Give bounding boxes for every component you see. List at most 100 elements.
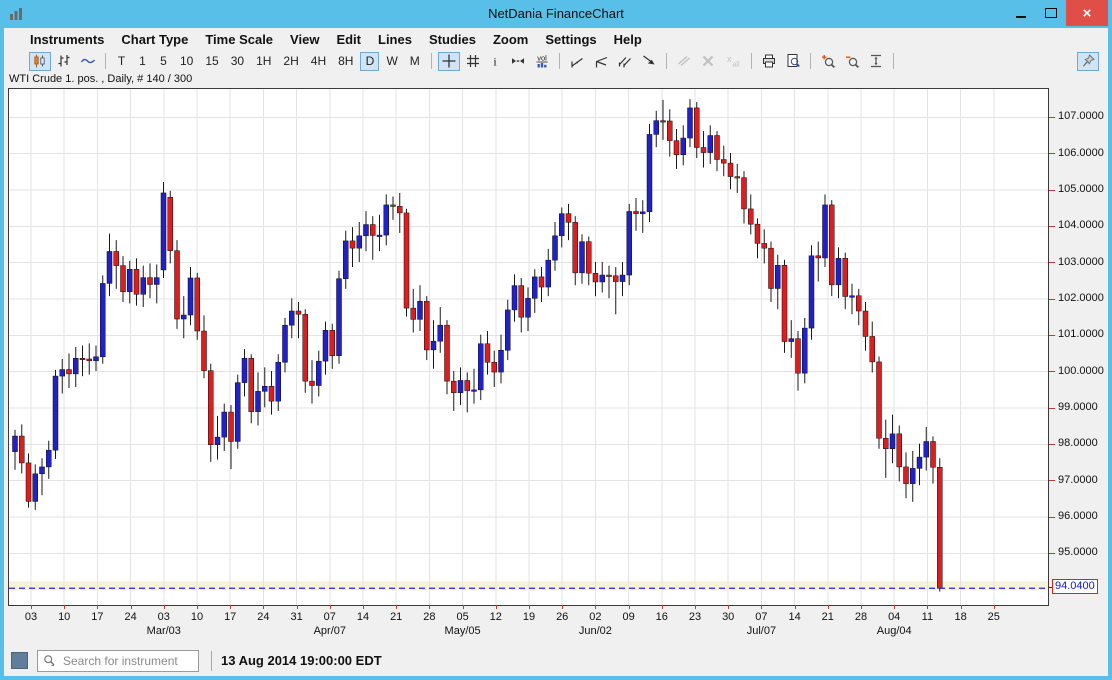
crosshair-button[interactable] <box>438 52 460 71</box>
candle-body <box>316 361 321 385</box>
svg-text:vol: vol <box>537 54 547 63</box>
print-button[interactable] <box>758 52 780 71</box>
timeframe-1min-button[interactable]: 1 <box>133 52 152 71</box>
parallel-lines-button[interactable] <box>614 52 636 71</box>
menu-help[interactable]: Help <box>614 32 642 47</box>
pin-icon <box>1080 53 1096 69</box>
menu-instruments[interactable]: Instruments <box>30 32 104 47</box>
candle-body <box>566 214 571 223</box>
candle-body <box>377 235 382 237</box>
timeframe-weekly-button[interactable]: W <box>381 52 402 71</box>
grid-toggle-button[interactable] <box>462 52 484 71</box>
timeframe-monthly-button[interactable]: M <box>405 52 425 71</box>
line-chart-button[interactable] <box>77 52 99 71</box>
price-axis-tick <box>1049 553 1055 554</box>
trendline-semi-auto-button[interactable] <box>566 52 588 71</box>
candle-body <box>499 350 504 372</box>
candle-body <box>276 362 281 401</box>
volume-button[interactable]: vol <box>531 52 553 71</box>
trendline-button[interactable] <box>590 52 612 71</box>
candle-body <box>904 467 909 484</box>
minimize-button[interactable] <box>1006 0 1036 26</box>
print-preview-button[interactable] <box>782 52 804 71</box>
maximize-icon <box>1045 8 1057 18</box>
price-axis[interactable]: 107.0000106.0000105.0000104.0000103.0000… <box>1049 88 1109 608</box>
candle-body <box>404 213 409 308</box>
time-axis-date-label: 16 <box>656 611 668 623</box>
price-axis-label: 100.0000 <box>1058 365 1104 377</box>
menu-settings[interactable]: Settings <box>545 32 596 47</box>
timeframe-4h-button[interactable]: 4H <box>306 52 331 71</box>
candle-body <box>802 328 807 373</box>
candlestick-chart <box>9 89 1048 605</box>
menu-zoom[interactable]: Zoom <box>493 32 528 47</box>
menu-chart-type[interactable]: Chart Type <box>121 32 188 47</box>
menu-lines[interactable]: Lines <box>378 32 412 47</box>
candle-body <box>465 380 470 390</box>
menu-edit[interactable]: Edit <box>336 32 361 47</box>
candle-body <box>26 463 31 502</box>
candle-body <box>924 441 929 457</box>
time-axis-date-label: 07 <box>755 611 767 623</box>
maximize-button[interactable] <box>1036 0 1066 26</box>
candle-body <box>283 325 288 362</box>
timeframe-1h-button[interactable]: 1H <box>251 52 276 71</box>
time-axis-date-label: 21 <box>390 611 402 623</box>
menu-time-scale[interactable]: Time Scale <box>205 32 273 47</box>
time-axis-month-label: Jul/07 <box>747 625 776 637</box>
candle-body <box>694 108 699 148</box>
candle-body <box>877 362 882 438</box>
price-axis-label: 98.0000 <box>1058 437 1098 449</box>
time-axis-date-label: 28 <box>855 611 867 623</box>
zoom-out-button[interactable] <box>841 52 863 71</box>
timeframe-8h-button[interactable]: 8H <box>333 52 358 71</box>
time-axis-tick <box>728 605 729 609</box>
timeframe-daily-button[interactable]: D <box>360 52 379 71</box>
menu-view[interactable]: View <box>290 32 319 47</box>
search-input[interactable] <box>61 653 193 669</box>
time-axis[interactable]: 0310172403101724310714212805121926020916… <box>8 605 1049 643</box>
candle-body <box>829 205 834 285</box>
candle-body <box>87 359 92 361</box>
price-axis-tick <box>1049 444 1055 445</box>
timeframe-30min-button[interactable]: 30 <box>226 52 249 71</box>
time-axis-date-label: 02 <box>589 611 601 623</box>
candle-body <box>154 278 159 285</box>
arrow-draw-button[interactable] <box>638 52 660 71</box>
candle-body <box>843 258 848 296</box>
candle-body <box>46 450 51 467</box>
timeframe-10min-button[interactable]: 10 <box>175 52 198 71</box>
candle-body <box>546 260 551 287</box>
candlestick-icon <box>32 53 48 69</box>
timeframe-5min-button[interactable]: 5 <box>154 52 173 71</box>
close-button[interactable]: × <box>1066 0 1108 26</box>
candle-body <box>769 248 774 288</box>
candlestick-chart-button[interactable] <box>29 52 51 71</box>
delete-all-button[interactable]: xall <box>721 52 745 71</box>
timeframe-tick-button[interactable]: T <box>112 52 131 71</box>
price-axis-label: 99.0000 <box>1058 401 1098 413</box>
zoom-in-button[interactable] <box>817 52 839 71</box>
horizontal-expand-button[interactable] <box>507 52 529 71</box>
pin-window-button[interactable] <box>1077 52 1099 71</box>
candle-body <box>350 241 355 248</box>
ohlc-bar-chart-button[interactable] <box>53 52 75 71</box>
candle-body <box>674 141 679 155</box>
delete-selected-button[interactable] <box>697 52 719 71</box>
candle-body <box>586 242 591 274</box>
chart-plot-area[interactable] <box>8 88 1049 606</box>
price-axis-tick <box>1049 226 1055 227</box>
time-axis-date-label: 10 <box>58 611 70 623</box>
fit-vertical-button[interactable] <box>865 52 887 71</box>
time-axis-tick <box>396 605 397 609</box>
time-axis-date-label: 11 <box>922 611 933 623</box>
timeframe-2h-button[interactable]: 2H <box>278 52 303 71</box>
menu-studies[interactable]: Studies <box>429 32 476 47</box>
candle-body <box>573 222 578 273</box>
remove-line-button[interactable] <box>673 52 695 71</box>
timeframe-15min-button[interactable]: 15 <box>200 52 223 71</box>
time-axis-date-label: 25 <box>988 611 1000 623</box>
instrument-search-box[interactable] <box>37 650 199 672</box>
price-axis-tick <box>1049 335 1055 336</box>
info-button[interactable]: i <box>486 52 505 71</box>
